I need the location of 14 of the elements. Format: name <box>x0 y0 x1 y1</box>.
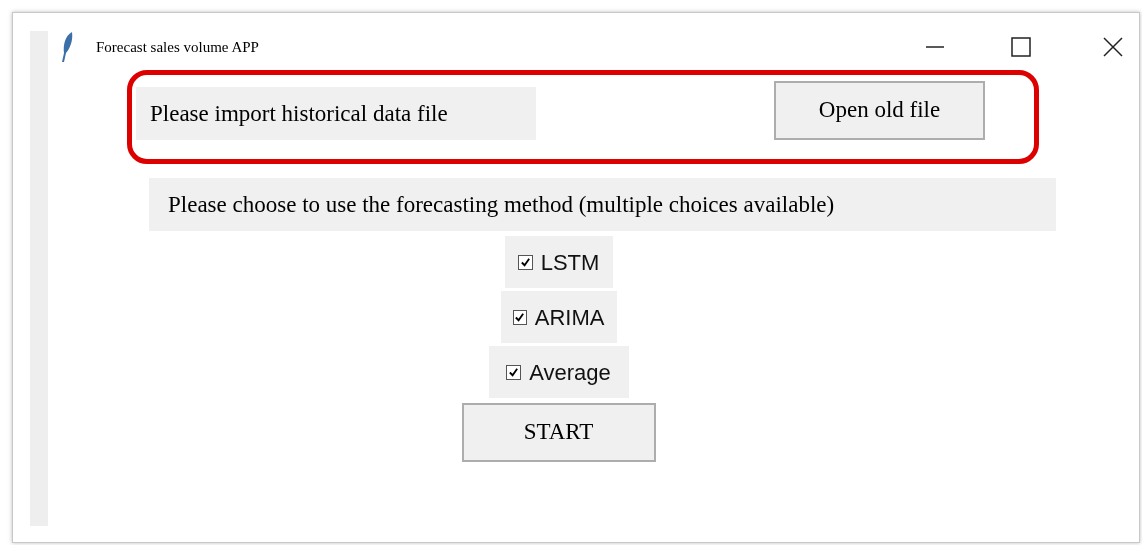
checkbox[interactable] <box>517 254 533 270</box>
method-label: Please choose to use the forecasting method (multiple choices available) <box>149 178 1056 231</box>
checkbox[interactable] <box>506 364 522 380</box>
window-title: Forecast sales volume APP <box>96 37 259 57</box>
checkbox-option[interactable]: Average <box>488 346 629 398</box>
feather-icon <box>60 31 74 63</box>
start-button[interactable]: START <box>461 403 656 462</box>
close-icon[interactable] <box>1103 37 1123 57</box>
open-file-button[interactable]: Open old file <box>774 81 985 140</box>
import-label: Please import historical data file <box>136 87 536 140</box>
checkbox-option[interactable]: LSTM <box>504 236 613 288</box>
checkbox-option[interactable]: ARIMA <box>500 291 617 343</box>
checkbox[interactable] <box>512 309 527 325</box>
maximize-icon[interactable] <box>1011 37 1031 57</box>
